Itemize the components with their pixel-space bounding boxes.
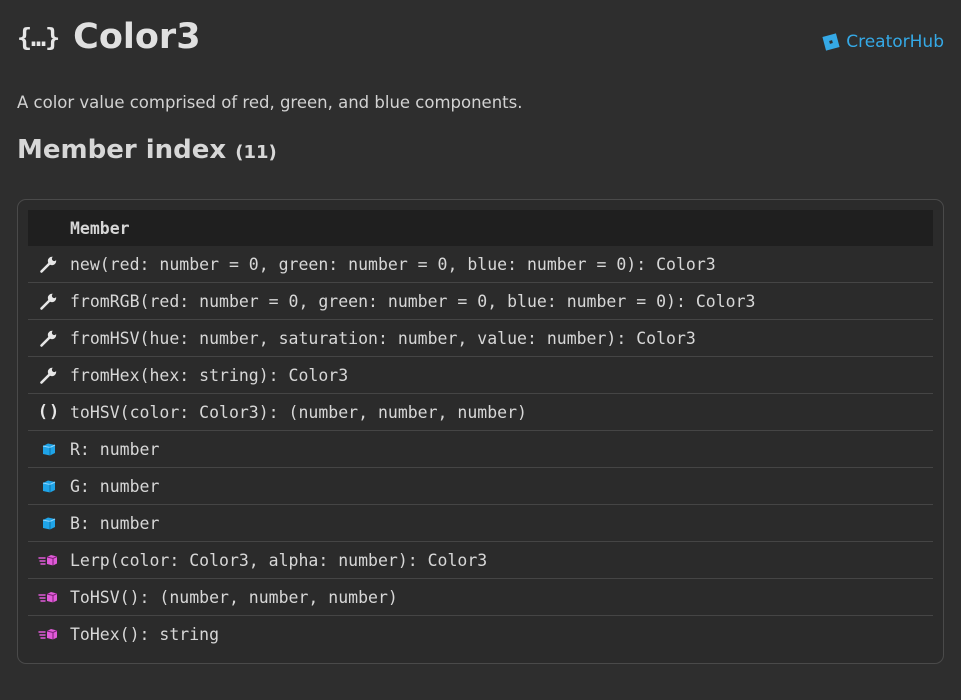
property-cube-icon [28, 431, 70, 467]
member-row[interactable]: R: number [28, 430, 933, 467]
member-signature: fromHex(hex: string): Color3 [70, 365, 349, 385]
member-table: Member new(red: number = 0, green: numbe… [17, 199, 944, 664]
member-signature: fromHSV(hue: number, saturation: number,… [70, 328, 696, 348]
page-title: Color3 [73, 17, 201, 57]
member-row[interactable]: ToHSV(): (number, number, number) [28, 578, 933, 615]
method-icon [28, 542, 70, 578]
member-row[interactable]: () toHSV(color: Color3): (number, number,… [28, 393, 933, 430]
parentheses-icon: () [28, 394, 70, 430]
member-signature: ToHSV(): (number, number, number) [70, 587, 398, 607]
page-header: {…} Color3 [17, 14, 201, 60]
member-row[interactable]: fromRGB(red: number = 0, green: number =… [28, 282, 933, 319]
creatorhub-label: CreatorHub [846, 32, 944, 52]
method-icon [28, 579, 70, 615]
member-index-heading: Member index (11) [17, 135, 277, 165]
class-description: A color value comprised of red, green, a… [17, 93, 523, 112]
member-signature: ToHex(): string [70, 624, 220, 644]
wrench-icon [28, 246, 70, 282]
member-row[interactable]: fromHex(hex: string): Color3 [28, 356, 933, 393]
member-row[interactable]: fromHSV(hue: number, saturation: number,… [28, 319, 933, 356]
roblox-logo-icon [822, 33, 840, 51]
wrench-icon [28, 320, 70, 356]
wrench-icon [28, 283, 70, 319]
member-signature: Lerp(color: Color3, alpha: number): Colo… [70, 550, 488, 570]
member-row[interactable]: G: number [28, 467, 933, 504]
member-signature: G: number [70, 476, 160, 496]
member-index-title: Member index [17, 135, 227, 165]
property-cube-icon [28, 468, 70, 504]
member-signature: B: number [70, 513, 160, 533]
creatorhub-link[interactable]: CreatorHub [821, 32, 944, 52]
member-row[interactable]: ToHex(): string [28, 615, 933, 652]
member-count: (11) [235, 142, 277, 163]
member-signature: fromRGB(red: number = 0, green: number =… [70, 291, 756, 311]
member-signature: new(red: number = 0, green: number = 0, … [70, 254, 716, 274]
member-signature: R: number [70, 439, 160, 459]
member-rows: new(red: number = 0, green: number = 0, … [28, 246, 933, 652]
method-icon [28, 616, 70, 652]
wrench-icon [28, 357, 70, 393]
member-signature: toHSV(color: Color3): (number, number, n… [70, 402, 527, 422]
member-row[interactable]: new(red: number = 0, green: number = 0, … [28, 246, 933, 282]
member-row[interactable]: Lerp(color: Color3, alpha: number): Colo… [28, 541, 933, 578]
datatype-braces-icon: {…} [17, 22, 60, 52]
parentheses-glyph: () [37, 402, 61, 422]
member-column-header: Member [28, 210, 933, 246]
property-cube-icon [28, 505, 70, 541]
member-row[interactable]: B: number [28, 504, 933, 541]
page: {…} Color3 CreatorHub A color value comp… [0, 0, 961, 700]
